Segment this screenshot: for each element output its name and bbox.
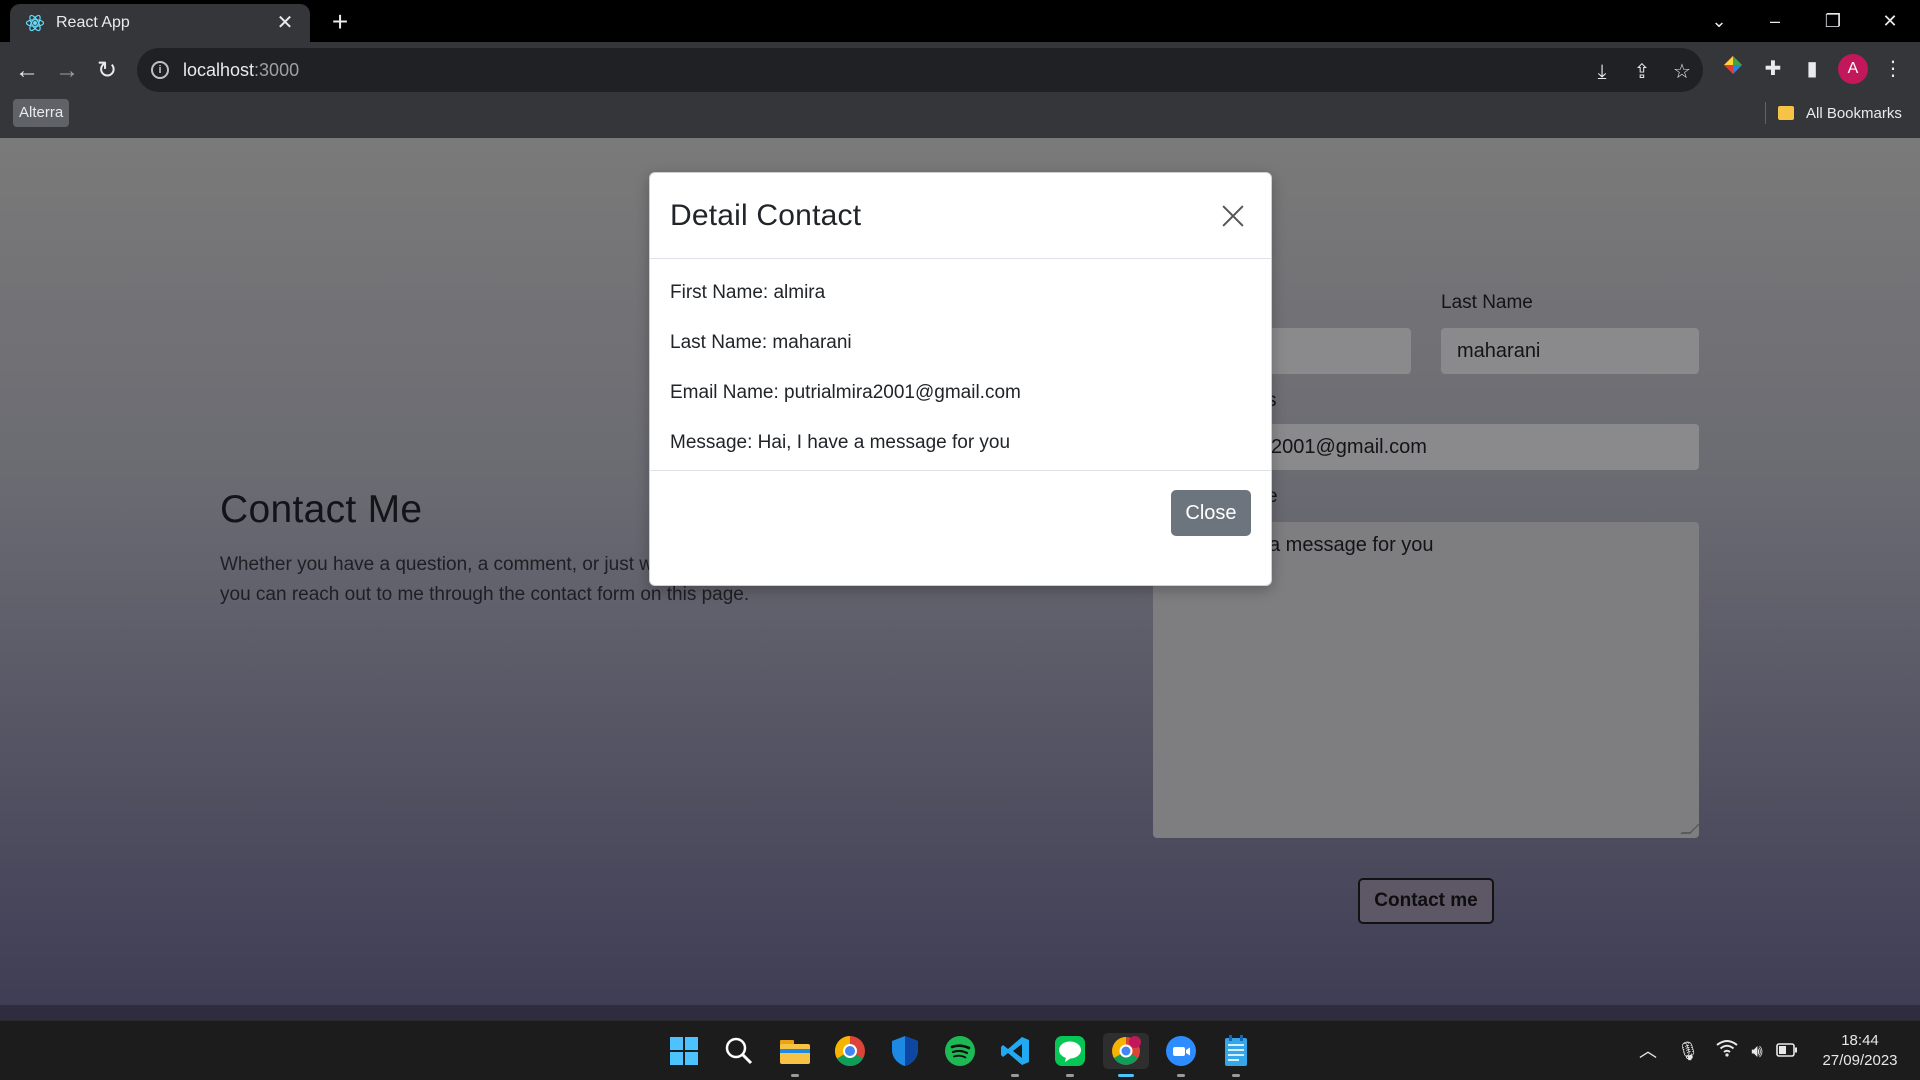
back-icon[interactable]: ← [10,54,44,88]
modal-body: First Name: almira Last Name: maharani E… [650,259,1271,471]
bookmark-star-icon[interactable]: ☆ [1668,58,1696,86]
battery-icon[interactable] [1773,1039,1801,1063]
running-indicator [1232,1074,1240,1077]
tab-search-icon[interactable]: ⌄ [1699,6,1739,36]
modal-title: Detail Contact [670,198,862,232]
chrome-icon[interactable] [832,1033,868,1069]
url-host: localhost [183,59,255,80]
browser-toolbar: ← → ↻ i localhost:3000 ⤓ ⇪ ☆ ✚ ▮ A ⋮ Alt… [0,42,1920,138]
tab-strip: React App ✕ + ⌄ – ❐ ✕ [0,0,1920,42]
spotify-icon[interactable] [942,1033,978,1069]
minimize-icon[interactable]: – [1755,6,1795,36]
wifi-icon[interactable] [1713,1039,1741,1063]
new-tab-icon[interactable]: + [325,8,355,38]
browser-tab[interactable]: React App ✕ [10,4,310,42]
folder-icon [1778,106,1794,120]
extensions-puzzle-icon[interactable]: ✚ [1758,54,1788,84]
windows-taskbar: ︿ 🎙︎ 🔊︎ 18:44 27/09/2023 [0,1020,1920,1080]
system-clock[interactable]: 18:44 27/09/2023 [1810,1031,1910,1071]
file-explorer-icon[interactable] [777,1033,813,1077]
tab-title: React App [56,14,130,31]
volume-icon[interactable]: 🔊︎ [1743,1039,1771,1063]
side-panel-icon[interactable]: ▮ [1797,54,1827,84]
running-indicator [1177,1074,1185,1077]
color-extension-icon[interactable] [1718,54,1748,84]
running-indicator [791,1074,799,1077]
address-bar[interactable]: i localhost:3000 ⤓ ⇪ ☆ [137,48,1703,92]
url-port: :3000 [254,59,300,80]
resize-handle-icon[interactable] [1680,824,1699,834]
email-value: 2001@gmail.com [1271,435,1427,458]
security-shield-icon[interactable] [887,1033,923,1069]
message-value: a message for you [1269,534,1434,556]
detail-last-name: Last Name: maharani [670,332,852,353]
share-icon[interactable]: ⇪ [1628,58,1656,86]
install-app-icon[interactable]: ⤓ [1588,58,1616,86]
detail-first-name: First Name: almira [670,282,826,303]
modal-header: Detail Contact [650,173,1271,259]
notepad-icon[interactable] [1218,1033,1254,1077]
microphone-icon[interactable]: 🎙︎ [1674,1039,1702,1063]
search-icon[interactable] [721,1033,757,1069]
show-hidden-icons-icon[interactable]: ︿ [1634,1039,1662,1063]
zoom-icon[interactable] [1163,1033,1199,1077]
line-app-icon[interactable] [1052,1033,1088,1077]
detail-contact-modal: Detail Contact First Name: almira Last N… [649,172,1272,586]
react-icon [24,12,46,34]
more-menu-icon[interactable]: ⋮ [1878,54,1908,84]
all-bookmarks-label: All Bookmarks [1806,104,1902,122]
detail-email: Email Name: putrialmira2001@gmail.com [670,382,1021,403]
bookmark-alterra[interactable]: Alterra [13,99,70,127]
site-info-icon[interactable]: i [151,61,169,79]
clock-time: 18:44 [1841,1032,1879,1049]
close-button[interactable]: Close [1171,490,1251,536]
profile-avatar[interactable]: A [1838,54,1868,84]
bookmarks-divider [1765,102,1766,124]
detail-message: Message: Hai, I have a message for you [670,432,1011,453]
all-bookmarks-button[interactable]: All Bookmarks [1778,99,1902,127]
start-windows-icon[interactable] [666,1033,702,1069]
last-name-value: maharani [1457,339,1541,362]
close-tab-icon[interactable]: ✕ [274,12,296,34]
vscode-icon[interactable] [997,1033,1033,1077]
last-name-input[interactable]: maharani [1441,328,1699,374]
clock-date: 27/09/2023 [1822,1052,1898,1069]
running-indicator [1011,1074,1019,1077]
active-indicator [1118,1074,1134,1077]
close-window-icon[interactable]: ✕ [1870,6,1910,36]
modal-footer: Close [650,471,1271,585]
close-icon[interactable] [1215,198,1251,234]
restore-icon[interactable]: ❐ [1813,6,1853,36]
page-footer-strip [0,1005,1920,1020]
forward-icon[interactable]: → [50,54,84,88]
contact-me-button[interactable]: Contact me [1358,878,1494,924]
last-name-label: Last Name [1441,292,1533,313]
chrome-profile-active-icon[interactable] [1103,1033,1149,1077]
reload-icon[interactable]: ↻ [90,54,124,88]
running-indicator [1066,1074,1074,1077]
